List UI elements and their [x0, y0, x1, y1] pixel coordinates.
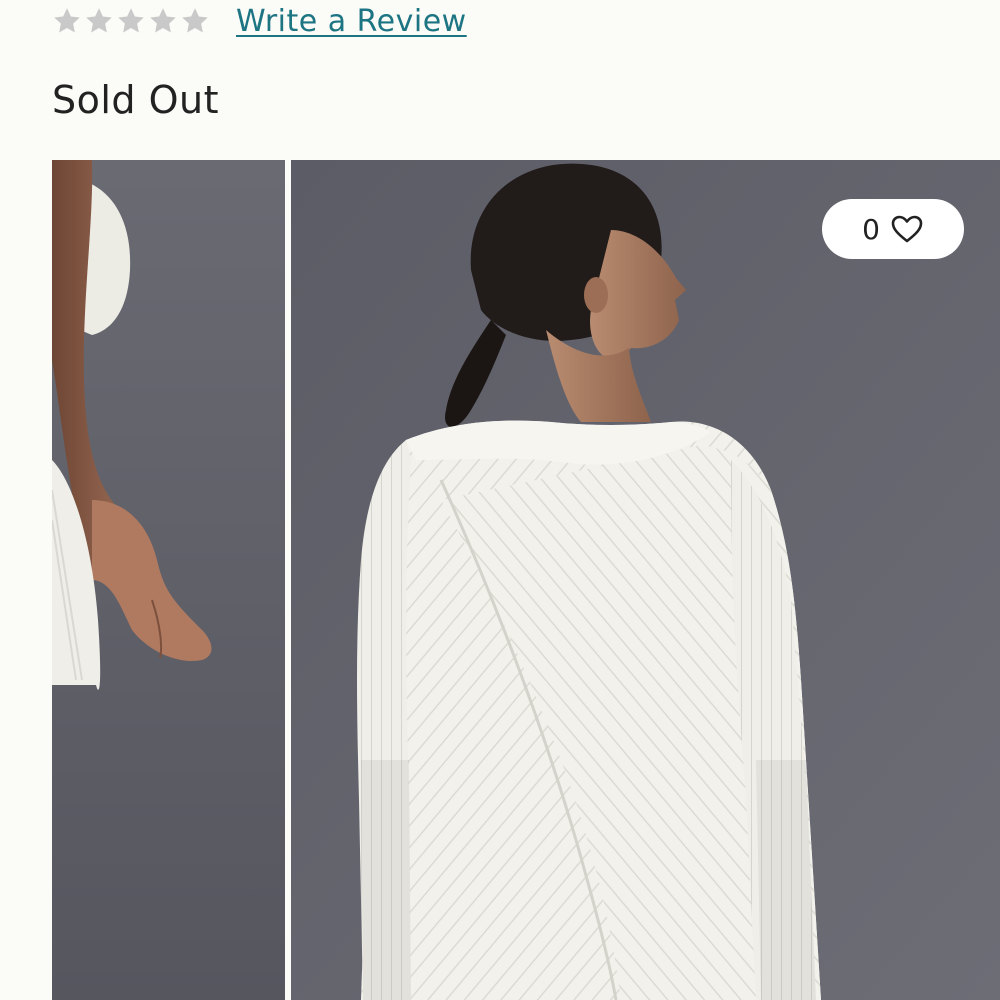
star-icon [182, 8, 208, 33]
rating-row: Write a Review [52, 0, 467, 42]
like-count: 0 [862, 212, 880, 246]
product-page: Write a Review Sold Out 0 [0, 0, 1000, 1000]
product-image-main[interactable]: 0 [291, 160, 1000, 1000]
star-icon [118, 8, 144, 33]
write-review-link[interactable]: Write a Review [236, 4, 467, 39]
like-button[interactable]: 0 [822, 199, 964, 259]
product-image-thumbnail[interactable] [52, 160, 285, 1000]
heart-outline-icon [891, 215, 923, 243]
star-rating[interactable] [52, 6, 210, 36]
star-icon [86, 8, 112, 33]
product-image-gallery: 0 [52, 160, 1000, 1000]
star-icon [54, 8, 80, 33]
star-icon [150, 8, 176, 33]
product-photo-left [52, 160, 285, 1000]
sold-out-status: Sold Out [52, 78, 220, 122]
product-photo-main [291, 160, 1000, 1000]
